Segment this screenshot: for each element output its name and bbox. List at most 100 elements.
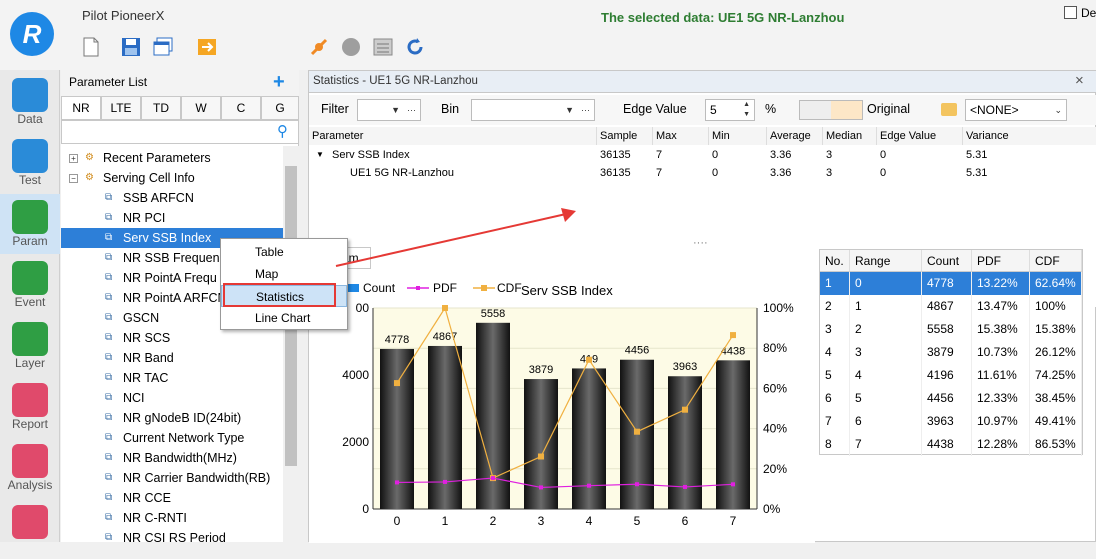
tree-item[interactable]: ⧉ NR PCI <box>61 208 283 228</box>
nav-report[interactable]: Report <box>0 377 60 437</box>
bin-table-cell: 5 <box>820 364 850 387</box>
display-checkbox[interactable] <box>1064 6 1077 19</box>
nav-analysis[interactable]: Analysis <box>0 438 60 498</box>
tab-w[interactable]: W <box>181 96 221 120</box>
tree-label: NR Carrier Bandwidth(RB) <box>123 471 271 485</box>
grid-cell: UE1 5G NR-Lanzhou <box>350 167 454 179</box>
grid-header[interactable]: Sample <box>597 127 653 145</box>
nav-layer[interactable]: Layer <box>0 316 60 376</box>
y2-tick-label: 40% <box>763 422 787 436</box>
tab-td[interactable]: TD <box>141 96 181 120</box>
tree-label: Serving Cell Info <box>103 171 195 185</box>
tree-item[interactable]: ⧉ NR gNodeB ID(24bit) <box>61 408 283 428</box>
nav-data[interactable]: Data <box>0 72 60 132</box>
original-toggle[interactable] <box>799 100 863 120</box>
bin-select[interactable]: ▼ ··· <box>471 99 595 121</box>
bin-table-row[interactable]: 2 1 4867 13.47% 100% <box>820 295 1082 318</box>
none-select[interactable]: <NONE> ⌄ <box>965 99 1067 121</box>
display-checkbox-label: De <box>1081 6 1096 20</box>
add-parameter-button[interactable]: + <box>273 71 285 94</box>
report-icon <box>12 383 48 417</box>
grid-header[interactable]: Edge Value <box>877 127 963 145</box>
tab-nr[interactable]: NR <box>61 96 101 120</box>
tab-g[interactable]: G <box>261 96 299 120</box>
grid-header[interactable]: Min <box>709 127 767 145</box>
bin-table-cell: 4438 <box>922 433 972 456</box>
workspace-icon[interactable] <box>152 36 174 58</box>
expand-icon[interactable]: + <box>69 154 78 163</box>
search-icon[interactable]: ⚲ <box>277 122 288 140</box>
grid-cell: 3.36 <box>770 149 792 161</box>
grid-header[interactable]: Parameter <box>309 127 597 145</box>
bin-table-cell: 1 <box>820 272 850 295</box>
log-icon[interactable] <box>372 36 394 58</box>
nav-filter[interactable] <box>0 499 60 559</box>
bin-table-cell: 4778 <box>922 272 972 295</box>
tree-item[interactable]: ⧉ NR CCE <box>61 488 283 508</box>
bin-table-row[interactable]: 3 2 5558 15.38% 15.38% <box>820 318 1082 341</box>
edge-value-spinner[interactable]: 5 ▲ ▼ <box>705 99 755 121</box>
folder-icon[interactable] <box>941 103 957 116</box>
bin-table-header[interactable]: Range <box>850 250 922 272</box>
tree-item[interactable]: ⧉ NR CSI RS Period <box>61 528 283 542</box>
grid-header[interactable]: Max <box>653 127 709 145</box>
x-tick-label: 7 <box>730 514 737 528</box>
collapse-arrow-icon[interactable]: ▼ <box>313 146 324 164</box>
bin-table-row[interactable]: 5 4 4196 11.61% 74.25% <box>820 364 1082 387</box>
title-bar <box>0 0 1096 70</box>
tree-item[interactable]: ⧉ Current Network Type <box>61 428 283 448</box>
tree-group[interactable]: − ⚙ Serving Cell Info <box>61 168 283 188</box>
nav-label: Data <box>17 112 43 126</box>
tree-label: NR TAC <box>123 371 169 385</box>
tree-item[interactable]: ⧉ NR Band <box>61 348 283 368</box>
nav-param[interactable]: Param <box>0 194 60 254</box>
bin-table-row[interactable]: 1 0 4778 13.22% 62.64% <box>820 272 1082 295</box>
parameter-search-input[interactable] <box>61 120 299 144</box>
tree-label: NR gNodeB ID(24bit) <box>123 411 242 425</box>
collapse-icon[interactable]: − <box>69 174 78 183</box>
connect-icon[interactable] <box>308 36 330 58</box>
bin-table-row[interactable]: 4 3 3879 10.73% 26.12% <box>820 341 1082 364</box>
record-icon[interactable] <box>340 36 362 58</box>
bin-table-header[interactable]: CDF <box>1030 250 1082 272</box>
grid-header[interactable]: Median <box>823 127 877 145</box>
menu-item-map[interactable]: Map <box>221 263 347 285</box>
nav-event[interactable]: Event <box>0 255 60 315</box>
bin-table-row[interactable]: 8 7 4438 12.28% 86.53% <box>820 433 1082 456</box>
menu-item-line-chart[interactable]: Line Chart <box>221 307 347 329</box>
bin-table-header[interactable]: No. <box>820 250 850 272</box>
filter-label: Filter <box>321 102 349 116</box>
tab-lte[interactable]: LTE <box>101 96 141 120</box>
filter-select[interactable]: ▼ ··· <box>357 99 421 121</box>
tree-item[interactable]: ⧉ NR C-RNTI <box>61 508 283 528</box>
new-file-icon[interactable] <box>80 36 102 58</box>
bin-table-row[interactable]: 7 6 3963 10.97% 49.41% <box>820 410 1082 433</box>
close-icon[interactable]: × <box>1075 72 1084 89</box>
menu-item-table[interactable]: Table <box>221 241 347 263</box>
tree-label: GSCN <box>123 311 160 325</box>
x-tick-label: 5 <box>634 514 641 528</box>
tree-item[interactable]: ⧉ NR Bandwidth(MHz) <box>61 448 283 468</box>
bin-table-cell: 49.41% <box>1030 410 1082 433</box>
grid-cell: 36135 <box>600 167 631 179</box>
bin-table-row[interactable]: 6 5 4456 12.33% 38.45% <box>820 387 1082 410</box>
export-icon[interactable] <box>196 36 218 58</box>
tree-item[interactable]: ⧉ NR Carrier Bandwidth(RB) <box>61 468 283 488</box>
refresh-icon[interactable] <box>404 36 426 58</box>
tree-group[interactable]: + ⚙ Recent Parameters <box>61 148 283 168</box>
tree-item[interactable]: ⧉ NR SCS <box>61 328 283 348</box>
statistics-panel: Statistics - UE1 5G NR-Lanzhou × Filter … <box>308 70 1096 543</box>
bin-table-cell: 74.25% <box>1030 364 1082 387</box>
tree-item[interactable]: ⧉ NR TAC <box>61 368 283 388</box>
filter-icon <box>12 505 48 539</box>
nav-test[interactable]: Test <box>0 133 60 193</box>
tree-item[interactable]: ⧉ SSB ARFCN <box>61 188 283 208</box>
grid-header[interactable]: Average <box>767 127 823 145</box>
y2-tick-label: 100% <box>763 301 794 315</box>
tree-item[interactable]: ⧉ NCI <box>61 388 283 408</box>
tab-c[interactable]: C <box>221 96 261 120</box>
bin-table-header[interactable]: PDF <box>972 250 1030 272</box>
bin-table-header[interactable]: Count <box>922 250 972 272</box>
grid-header[interactable]: Variance <box>963 127 1096 145</box>
save-icon[interactable] <box>120 36 142 58</box>
